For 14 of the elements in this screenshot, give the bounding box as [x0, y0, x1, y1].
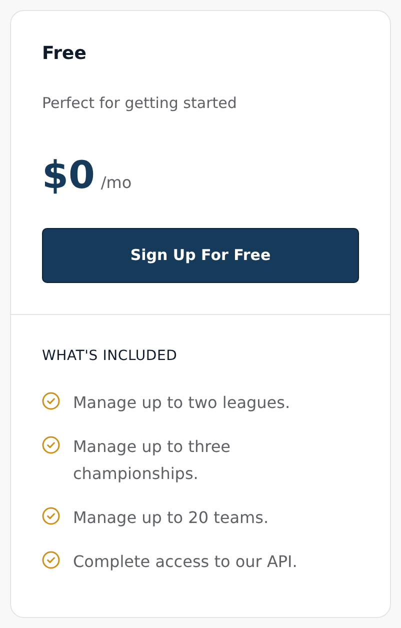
feature-text: Manage up to two leagues. — [73, 392, 292, 414]
plan-tagline: Perfect for getting started — [42, 93, 238, 114]
check-circle-icon — [42, 507, 60, 525]
price-period: /mo — [100, 172, 132, 194]
feature-text: Manage up to 20 teams. — [73, 507, 270, 529]
feature-text: Manage up to three championships. — [73, 436, 232, 485]
sign-up-button[interactable]: Sign Up For Free — [42, 228, 359, 283]
check-circle-icon — [42, 436, 60, 454]
check-circle-icon — [42, 551, 60, 569]
feature-text: Complete access to our API. — [73, 551, 298, 573]
plan-name: Free — [42, 42, 88, 66]
check-circle-icon — [42, 392, 60, 410]
section-heading: WHAT'S INCLUDED — [42, 347, 178, 366]
price: $0 — [42, 152, 95, 198]
